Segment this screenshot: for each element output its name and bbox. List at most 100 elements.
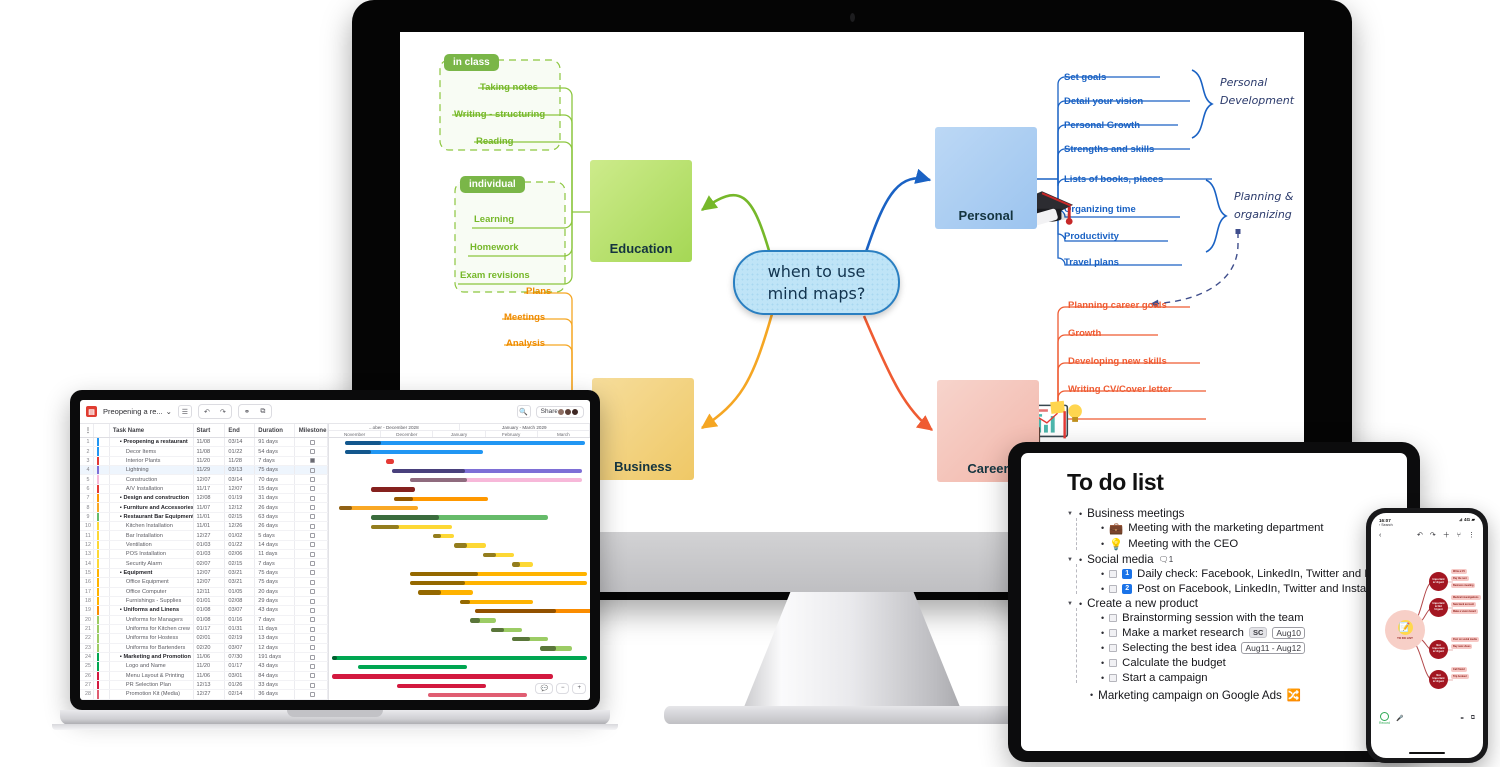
cell-task-name[interactable]: POS Installation — [110, 550, 194, 559]
cell-milestone[interactable] — [295, 587, 329, 596]
gantt-bar[interactable] — [409, 580, 588, 586]
gantt-bar[interactable] — [409, 478, 583, 483]
table-row[interactable]: 8 ▪ Furniture and Accessories 11/07 12/12 26… — [80, 503, 329, 513]
cell-milestone[interactable] — [295, 652, 329, 662]
list-item[interactable]: • Brainstorming session with the team — [1101, 610, 1407, 625]
record-icon[interactable] — [1379, 712, 1389, 721]
cell-task-name[interactable]: Security Alarm — [110, 559, 194, 568]
table-row[interactable]: 17 Office Computer 12/11 01/05 20 days — [80, 587, 329, 597]
education-leaf-writing-structuring[interactable]: Writing - structuring — [454, 109, 545, 120]
cell-milestone[interactable] — [295, 559, 329, 568]
todo-tag[interactable]: SC — [1248, 627, 1268, 638]
phone-map-core[interactable]: 📝 TO DO LIST — [1385, 610, 1425, 650]
table-row[interactable]: 16 Office Equipment 12/07 03/21 75 days — [80, 578, 329, 588]
gantt-bar[interactable] — [459, 599, 533, 604]
checkbox[interactable] — [1109, 569, 1118, 578]
checkbox[interactable] — [1109, 643, 1118, 652]
list-item[interactable]: • Make a market research SC Aug10 — [1101, 625, 1407, 640]
table-row[interactable]: 11 Bar Installation 12/27 01/02 5 days — [80, 531, 329, 541]
list-item[interactable]: • Start a campaign — [1101, 670, 1407, 685]
table-row[interactable]: 4 Lightning 11/29 03/13 75 days — [80, 466, 329, 476]
table-row[interactable]: 7 ▪ Design and construction 12/08 01/19 31 d… — [80, 494, 329, 504]
gantt-app-screen[interactable]: ▤ Preopening a re... ⌄ ☰ ↶ ↷ ⚭ ⧉ 🔍 Share — [80, 400, 590, 700]
gantt-bar[interactable] — [339, 506, 418, 511]
cell-task-name[interactable]: Lightning — [110, 466, 194, 475]
cell-task-name[interactable]: Construction — [110, 475, 194, 484]
gantt-bar[interactable] — [511, 562, 533, 567]
back-icon[interactable]: ‹ — [1379, 532, 1381, 539]
gantt-bar[interactable] — [417, 590, 473, 595]
cell-milestone[interactable] — [295, 662, 329, 671]
cell-task-name[interactable]: ▪ Preopening a restaurant — [110, 438, 194, 447]
gantt-bar[interactable] — [490, 627, 523, 632]
todo-app-screen[interactable]: To do list ▼ • Business meetings • 💼 Meeting … — [1021, 453, 1407, 751]
table-row[interactable]: 18 Furnishings - Supplies 01/01 02/08 29 day… — [80, 596, 329, 607]
checkbox[interactable] — [1109, 584, 1118, 593]
personal-leaf-set-goals[interactable]: Set goals — [1064, 72, 1106, 83]
gantt-bar[interactable] — [331, 674, 554, 679]
cell-task-name[interactable]: Ventilation — [110, 540, 194, 550]
cell-milestone[interactable] — [295, 540, 329, 550]
list-item[interactable]: • 2 Post on Facebook, LinkedIn, Twitter an… — [1101, 581, 1407, 596]
cell-milestone[interactable] — [295, 531, 329, 540]
phone-screen[interactable]: 16:07 ⊿ 4G ▰ ‹ Search ‹ ↶ ↷ ＋ ⑂ ⋮ 📝 TO D… — [1371, 513, 1483, 758]
gantt-bar[interactable] — [331, 655, 588, 661]
gantt-timeline[interactable]: ...ober - December 2028 January - March … — [329, 424, 590, 700]
table-row[interactable]: 9 ▪ Restaurant Bar Equipment 11/01 02/15 63 … — [80, 512, 329, 523]
phone-map-leaf[interactable]: Pay the rent — [1451, 576, 1469, 581]
cell-milestone[interactable] — [295, 606, 329, 615]
undo-icon[interactable]: ↶ — [1417, 531, 1423, 539]
table-row[interactable]: 19 ▪ Uniforms and Linens 01/08 03/07 43 days — [80, 606, 329, 616]
checkbox[interactable] — [1109, 673, 1118, 682]
cell-milestone[interactable] — [295, 438, 329, 447]
personal-leaf-detail-your-vision[interactable]: Detail your vision — [1064, 96, 1143, 107]
todo-group-header[interactable]: ▼ • Create a new product — [1067, 597, 1407, 610]
topic-card-personal[interactable]: Personal — [935, 127, 1041, 233]
table-row[interactable]: 15 ▪ Equipment 12/07 03/21 75 days — [80, 568, 329, 579]
mindmap-center-node[interactable]: when to use mind maps? — [733, 250, 900, 315]
redo-icon[interactable]: ↷ — [215, 405, 231, 418]
gantt-bars-area[interactable] — [329, 438, 590, 700]
cell-milestone[interactable] — [295, 634, 329, 643]
chevron-down-icon[interactable]: ▼ — [1067, 511, 1074, 517]
gantt-bar[interactable] — [370, 515, 549, 520]
cell-milestone[interactable] — [295, 624, 329, 634]
personal-leaf-personal-growth[interactable]: Personal Growth — [1064, 120, 1140, 131]
gantt-bar[interactable] — [357, 665, 468, 670]
gantt-bar[interactable] — [344, 440, 585, 445]
cell-task-name[interactable]: Promotion Kit (Media) — [110, 690, 194, 699]
business-leaf-analysis[interactable]: Analysis — [506, 338, 545, 349]
todo-group-header[interactable]: ▼ • Business meetings — [1067, 507, 1407, 520]
table-row[interactable]: 23 Uniforms for Bartenders 02/20 03/07 12 da… — [80, 643, 329, 653]
table-row[interactable]: 10 Kitchen Installation 11/01 12/26 26 days — [80, 522, 329, 532]
phone-map-leaf[interactable]: New bank account — [1451, 602, 1476, 607]
cell-milestone[interactable] — [295, 447, 329, 456]
table-row[interactable]: 26 Menu Layout & Printing 11/06 03/01 84 day… — [80, 671, 329, 681]
phone-map-leaf[interactable]: Trip booked — [1451, 674, 1469, 679]
cell-milestone[interactable] — [295, 503, 329, 512]
cell-task-name[interactable]: A/V Installation — [110, 484, 194, 494]
list-item[interactable]: • 💼 Meeting with the marketing department — [1101, 520, 1407, 536]
list-item[interactable]: • Selecting the best idea Aug11 - Aug12 — [1101, 640, 1407, 655]
cell-task-name[interactable]: Uniforms for Hostess — [110, 634, 194, 643]
personal-leaf-travel-plans[interactable]: Travel plans — [1064, 257, 1119, 268]
table-row[interactable]: 6 A/V Installation 11/17 12/07 15 days — [80, 484, 329, 495]
career-leaf-planning-career-goals[interactable]: Planning career goals — [1068, 300, 1167, 311]
document-name[interactable]: Preopening a re... ⌄ — [103, 407, 172, 416]
table-row[interactable]: 5 Construction 12/07 03/14 70 days — [80, 475, 329, 485]
phone-map-leaf[interactable]: Call friend — [1451, 667, 1467, 672]
chevron-down-icon[interactable]: ▼ — [1067, 601, 1074, 607]
gantt-bar[interactable] — [394, 496, 489, 502]
table-row[interactable]: 12 Ventilation 01/03 01/22 14 days — [80, 540, 329, 551]
gantt-bar[interactable] — [344, 449, 483, 455]
table-row[interactable]: 2 Decor Items 11/08 01/22 54 days — [80, 447, 329, 457]
cell-task-name[interactable]: ▪ Marketing and Promotion — [110, 652, 194, 662]
cell-task-name[interactable]: Bar Installation — [110, 531, 194, 540]
phone-map-node[interactable]: Not Important & Urgent — [1429, 670, 1448, 689]
business-leaf-plans[interactable]: Plans — [526, 286, 551, 297]
cell-task-name[interactable]: Office Equipment — [110, 578, 194, 587]
table-row[interactable]: 3 Interior Plants 11/20 11/28 7 days — [80, 456, 329, 467]
zoom-out-button[interactable]: − — [555, 683, 570, 694]
table-row[interactable]: 25 Logo and Name 11/20 01/17 43 days — [80, 662, 329, 672]
cell-milestone[interactable] — [295, 466, 329, 475]
